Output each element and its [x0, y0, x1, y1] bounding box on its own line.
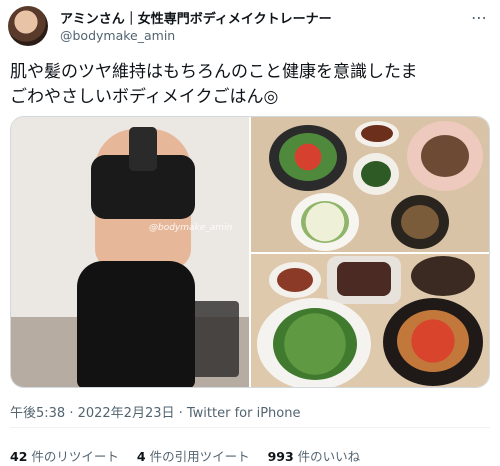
plate-meat-contents [337, 262, 391, 296]
retweets-stat[interactable]: 42 件のリツイート [10, 446, 119, 465]
tweet-text: 肌や髪のツヤ維持はもちろんのこと健康を意識したま ごわやさしいボディメイクごはん… [10, 60, 494, 110]
photo-black-leggings [77, 261, 195, 387]
bowl-salad-contents [279, 133, 337, 181]
tweet-timestamp[interactable]: 午後5:38 · 2022年2月23日 · Twitter for iPhone [10, 402, 300, 421]
photo-crate [191, 301, 239, 377]
retweets-count: 42 [10, 449, 28, 464]
photo-meal-top[interactable] [251, 117, 489, 252]
bowl-soy-sauce-contents [277, 268, 313, 292]
bowl-soup-contents [401, 205, 439, 239]
photo-phone [129, 127, 157, 171]
tweet-text-line-2: ごわやさしいボディメイクごはん◎ [10, 87, 279, 107]
tweet-stats: 42 件のリツイート 4 件の引用ツイート 993 件のいいね [10, 446, 374, 465]
bowl-pot [411, 256, 475, 296]
author-handle[interactable]: @bodymake_amin [60, 28, 175, 43]
bowl-stirfry-contents [397, 310, 469, 372]
author-display-name[interactable]: アミンさん｜女性専門ボディメイクトレーナー [60, 8, 332, 27]
divider-top [10, 427, 490, 428]
likes-stat[interactable]: 993 件のいいね [268, 446, 361, 465]
tweet-header: アミンさん｜女性専門ボディメイクトレーナー @bodymake_amin ⋯ [8, 6, 492, 46]
avatar[interactable] [8, 6, 48, 46]
likes-label: 件のいいね [297, 449, 361, 464]
plate-greens-contents [273, 308, 357, 380]
photo-meal-bottom[interactable] [251, 254, 489, 387]
quotes-count: 4 [136, 449, 146, 464]
bowl-spinach-contents [361, 161, 391, 187]
likes-count: 993 [267, 449, 294, 464]
media-grid: @bodymake_amin [10, 116, 490, 388]
quotes-label: 件の引用ツイート [149, 449, 250, 464]
bowl-sauce-contents [361, 125, 393, 142]
photo-watermark: @bodymake_amin [149, 223, 233, 233]
quotes-stat[interactable]: 4 件の引用ツイート [137, 446, 250, 465]
retweets-label: 件のリツイート [31, 449, 119, 464]
tweet-text-line-1: 肌や髪のツヤ維持はもちろんのこと健康を意識したま [10, 62, 418, 82]
photo-body-mirror-selfie[interactable]: @bodymake_amin [11, 117, 249, 387]
more-options-icon[interactable]: ⋯ [471, 8, 488, 27]
bowl-rice-contents [301, 201, 349, 243]
bowl-fish-contents [421, 135, 469, 177]
